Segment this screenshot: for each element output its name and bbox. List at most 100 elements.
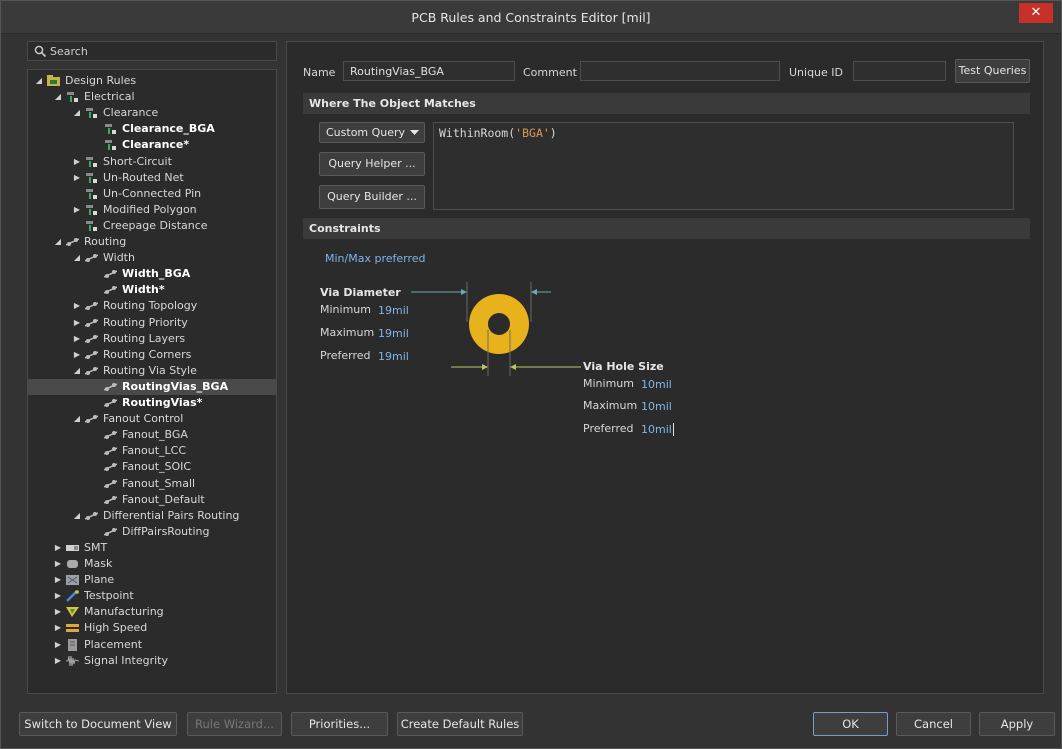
routing-icon [85,415,98,424]
tree-item[interactable]: Fanout_LCC [28,443,276,459]
tree-item[interactable]: ▶ Manufacturing [28,604,276,620]
tree-item[interactable]: Fanout_BGA [28,427,276,443]
rules-tree[interactable]: ◢ Design Rules ◢ Electrical ◢ Clearance Cleara… [27,69,277,694]
collapse-arrow-icon[interactable]: ▶ [72,154,82,170]
tree-item-label: Clearance_BGA [122,122,215,136]
close-button[interactable]: ✕ [1019,3,1053,23]
title-bar[interactable]: PCB Rules and Constraints Editor [mil] ✕ [1,1,1061,34]
tree-item[interactable]: ▶ Modified Polygon [28,202,276,218]
tree-item[interactable]: ▶ Signal Integrity [28,653,276,669]
collapse-arrow-icon[interactable]: ▶ [72,298,82,314]
collapse-arrow-icon[interactable]: ▶ [53,540,63,556]
expand-arrow-icon[interactable]: ◢ [53,89,63,105]
collapse-arrow-icon[interactable]: ▶ [72,315,82,331]
cancel-button[interactable]: Cancel [896,712,971,736]
routing-icon [104,479,117,488]
via-hole-minimum-label: Minimum [583,377,634,390]
test-queries-button[interactable]: Test Queries [955,59,1030,83]
via-hole-size-title: Via Hole Size [583,360,664,373]
tree-item[interactable]: Fanout_Default [28,492,276,508]
name-field[interactable]: RoutingVias_BGA [343,61,515,81]
tree-item[interactable]: ▶ SMT [28,540,276,556]
via-diameter-maximum-value[interactable]: 19mil [378,327,409,340]
rule-wizard-button[interactable]: Rule Wizard... [187,712,282,736]
tree-item[interactable]: Fanout_Small [28,476,276,492]
tree-item[interactable]: ◢ Routing Via Style [28,363,276,379]
tree-item[interactable]: Width* [28,282,276,298]
create-default-rules-button[interactable]: Create Default Rules [397,712,523,736]
tree-item[interactable]: ◢ Design Rules [28,73,276,89]
tree-item[interactable]: ▶ Routing Topology [28,298,276,314]
where-section-header: Where The Object Matches [303,93,1030,114]
tree-item[interactable]: ▶ Routing Layers [28,331,276,347]
tree-item[interactable]: ◢ Routing [28,234,276,250]
tree-item[interactable]: ◢ Fanout Control [28,411,276,427]
comment-field[interactable] [580,61,780,81]
ok-button[interactable]: OK [813,712,888,736]
tree-item[interactable]: ◢ Width [28,250,276,266]
tree-item[interactable]: ▶ Testpoint [28,588,276,604]
tree-item[interactable]: RoutingVias_BGA [28,378,276,395]
apply-button[interactable]: Apply [979,712,1055,736]
tree-item[interactable]: Creepage Distance [28,218,276,234]
tree-item[interactable]: ▶ High Speed [28,620,276,636]
query-helper-button[interactable]: Query Helper ... [319,152,425,176]
tree-item[interactable]: ▶ Routing Corners [28,347,276,363]
expand-arrow-icon[interactable]: ◢ [72,411,82,427]
collapse-arrow-icon[interactable]: ▶ [53,556,63,572]
min-max-preferred-link[interactable]: Min/Max preferred [325,252,426,265]
via-hole-maximum-value[interactable]: 10mil [641,400,672,413]
tree-item[interactable]: ◢ Clearance [28,105,276,121]
expand-arrow-icon[interactable]: ◢ [72,105,82,121]
collapse-arrow-icon[interactable]: ▶ [53,637,63,653]
switch-to-document-view-button[interactable]: Switch to Document View [19,712,177,736]
tree-item[interactable]: RoutingVias* [28,395,276,411]
tree-item[interactable]: ▶ Placement [28,637,276,653]
tree-item[interactable]: Width_BGA [28,266,276,282]
collapse-arrow-icon[interactable]: ▶ [72,170,82,186]
collapse-arrow-icon[interactable]: ▶ [53,588,63,604]
tree-item[interactable]: ◢ Electrical [28,89,276,105]
tree-item[interactable]: ▶ Short-Circuit [28,154,276,170]
rules-editor-window: PCB Rules and Constraints Editor [mil] ✕… [0,0,1062,749]
via-diameter-preferred-value[interactable]: 19mil [378,350,409,363]
tree-item[interactable]: ▶ Plane [28,572,276,588]
expand-arrow-icon[interactable]: ◢ [53,234,63,250]
search-box[interactable] [27,41,277,61]
collapse-arrow-icon[interactable]: ▶ [53,653,63,669]
testpoint-icon [66,590,79,603]
tree-item[interactable]: Clearance_BGA [28,121,276,137]
collapse-arrow-icon[interactable]: ▶ [53,604,63,620]
tree-item-label: Fanout_LCC [122,444,187,458]
query-editor[interactable]: WithinRoom('BGA') [433,122,1014,210]
priorities-button[interactable]: Priorities... [291,712,388,736]
collapse-arrow-icon[interactable]: ▶ [53,572,63,588]
collapse-arrow-icon[interactable]: ▶ [72,347,82,363]
tree-item[interactable]: Clearance* [28,137,276,153]
collapse-arrow-icon[interactable]: ▶ [72,331,82,347]
tree-item[interactable]: Fanout_SOIC [28,459,276,475]
via-diameter-minimum-value[interactable]: 19mil [378,304,409,317]
tree-item[interactable]: ▶ Routing Priority [28,315,276,331]
via-hole-shape [488,313,510,335]
via-hole-minimum-value[interactable]: 10mil [641,378,672,391]
search-input[interactable] [50,43,270,59]
routing-icon [104,527,117,536]
tree-item-label: Differential Pairs Routing [103,508,240,522]
tree-item[interactable]: Un-Connected Pin [28,186,276,202]
expand-arrow-icon[interactable]: ◢ [72,363,82,379]
tree-item[interactable]: ◢ Differential Pairs Routing [28,508,276,524]
tree-item[interactable]: ▶ Mask [28,556,276,572]
expand-arrow-icon[interactable]: ◢ [72,250,82,266]
expand-arrow-icon[interactable]: ◢ [34,73,44,89]
via-hole-preferred-label: Preferred [583,422,634,435]
via-hole-preferred-value[interactable]: 10mil [641,423,674,436]
tree-item[interactable]: DiffPairsRouting [28,524,276,540]
tree-item[interactable]: ▶ Un-Routed Net [28,170,276,186]
query-builder-button[interactable]: Query Builder ... [319,185,425,209]
collapse-arrow-icon[interactable]: ▶ [72,202,82,218]
expand-arrow-icon[interactable]: ◢ [72,508,82,524]
collapse-arrow-icon[interactable]: ▶ [53,620,63,636]
unique-id-field[interactable] [853,61,946,81]
query-type-select[interactable]: Custom Query [319,122,425,143]
